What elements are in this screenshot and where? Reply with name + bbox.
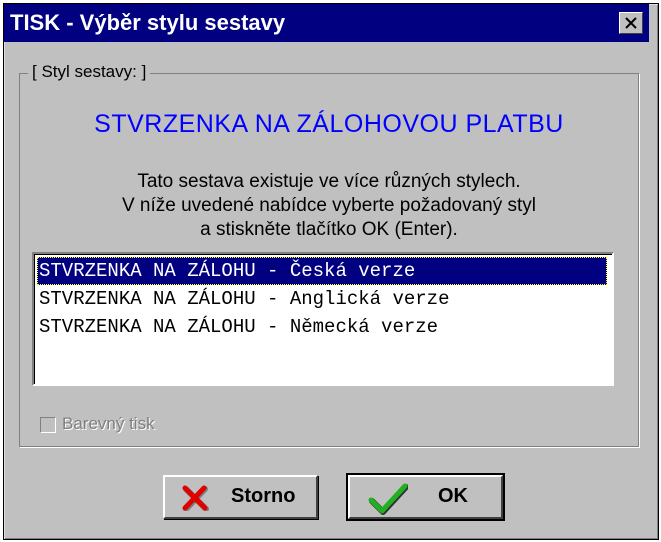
ok-button-label: OK	[438, 485, 468, 507]
close-button[interactable]	[619, 12, 643, 34]
list-item-german[interactable]: STVRZENKA NA ZÁLOHU - Německá verze	[37, 313, 607, 341]
report-style-group: [ Styl sestavy: ] STVRZENKA NA ZÁLOHOVOU…	[19, 62, 639, 447]
instruction-line: a stiskněte tlačítko OK (Enter).	[200, 219, 458, 240]
report-title: STVRZENKA NA ZÁLOHOVOU PLATBU	[94, 110, 564, 138]
cancel-button-label: Storno	[231, 485, 296, 507]
group-legend: [ Styl sestavy: ]	[28, 62, 151, 82]
close-icon	[625, 17, 637, 29]
color-print-label: Barevný tisk	[62, 414, 155, 433]
green-checkmark-icon	[368, 483, 408, 515]
list-item-czech[interactable]: STVRZENKA NA ZÁLOHU - Česká verze	[37, 257, 607, 285]
color-print-checkbox[interactable]	[40, 417, 56, 433]
cancel-button[interactable]: Storno	[163, 475, 318, 519]
style-listbox[interactable]: STVRZENKA NA ZÁLOHU - Česká verze STVRZE…	[32, 252, 614, 386]
instruction-line: V níže uvedené nabídce vyberte požadovan…	[121, 195, 537, 216]
ok-button[interactable]: OK	[346, 473, 505, 521]
instruction-line: Tato sestava existuje ve více různých st…	[137, 171, 521, 192]
window-title: TISK - Výběr stylu sestavy	[10, 10, 286, 35]
title-bar[interactable]: TISK - Výběr stylu sestavy	[4, 4, 649, 42]
red-x-icon	[182, 485, 209, 511]
list-item-english[interactable]: STVRZENKA NA ZÁLOHU - Anglická verze	[37, 285, 607, 313]
instructions-text: Tato sestava existuje ve více různých st…	[20, 170, 638, 242]
